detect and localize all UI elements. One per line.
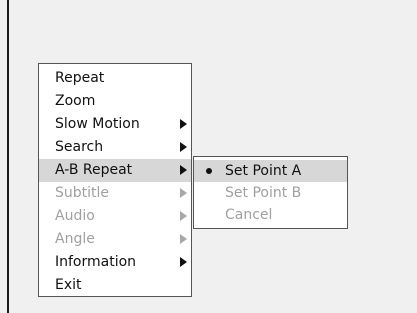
selected-bullet-icon (206, 168, 212, 174)
menu-item-label: Slow Motion (55, 116, 140, 132)
menu-item-angle[interactable]: Angle (39, 228, 191, 251)
menu-item-ab-repeat[interactable]: A-B Repeat (39, 159, 191, 182)
submenu-item-label: Set Point B (225, 185, 302, 201)
left-border-line (7, 0, 9, 313)
ab-repeat-submenu: Set Point A Set Point B Cancel (193, 156, 348, 229)
menu-item-label: Angle (55, 231, 95, 247)
submenu-arrow-icon (180, 257, 187, 267)
menu-item-repeat[interactable]: Repeat (39, 67, 191, 90)
menu-item-label: Zoom (55, 93, 96, 109)
menu-item-subtitle[interactable]: Subtitle (39, 182, 191, 205)
menu-item-audio[interactable]: Audio (39, 205, 191, 228)
submenu-item-set-point-a[interactable]: Set Point A (194, 160, 347, 182)
menu-item-label: Search (55, 139, 104, 155)
submenu-arrow-icon (180, 142, 187, 152)
submenu-arrow-icon (180, 165, 187, 175)
menu-item-label: Repeat (55, 70, 105, 86)
menu-item-slow-motion[interactable]: Slow Motion (39, 113, 191, 136)
context-menu: Repeat Zoom Slow Motion Search A-B Repea… (38, 63, 192, 297)
menu-item-label: Subtitle (55, 185, 110, 201)
menu-item-exit[interactable]: Exit (39, 274, 191, 297)
menu-item-search[interactable]: Search (39, 136, 191, 159)
submenu-item-label: Cancel (225, 207, 273, 223)
submenu-item-label: Set Point A (225, 163, 302, 179)
menu-item-label: Exit (55, 277, 82, 293)
menu-item-information[interactable]: Information (39, 251, 191, 274)
menu-item-label: A-B Repeat (55, 162, 133, 178)
submenu-arrow-icon (180, 211, 187, 221)
submenu-arrow-icon (180, 188, 187, 198)
submenu-arrow-icon (180, 119, 187, 129)
menu-item-label: Information (55, 254, 137, 270)
submenu-item-set-point-b[interactable]: Set Point B (194, 182, 347, 204)
submenu-item-cancel[interactable]: Cancel (194, 204, 347, 226)
menu-item-zoom[interactable]: Zoom (39, 90, 191, 113)
submenu-arrow-icon (180, 234, 187, 244)
menu-item-label: Audio (55, 208, 95, 224)
